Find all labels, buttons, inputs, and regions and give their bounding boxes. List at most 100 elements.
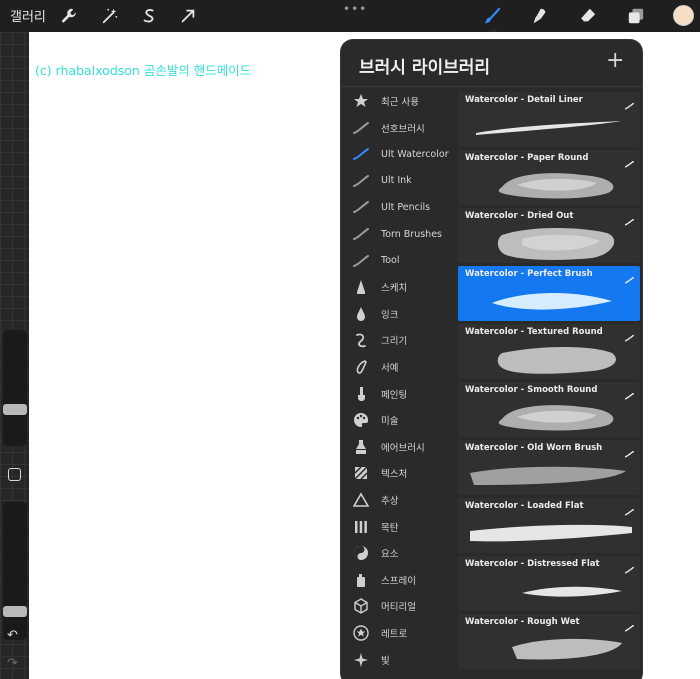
brush-set-item[interactable]: 미술: [341, 407, 456, 433]
star-icon: [341, 93, 381, 109]
brush-size-slider[interactable]: [3, 330, 27, 446]
brush-item[interactable]: Watercolor - Perfect Brush: [458, 266, 640, 321]
add-brush-set-icon[interactable]: +: [606, 50, 624, 72]
charcoal-icon: [341, 519, 381, 535]
opacity-thumb[interactable]: [3, 606, 27, 617]
paint-brush-icon: [341, 386, 381, 402]
brush-name: Watercolor - Old Worn Brush: [465, 443, 603, 453]
spray-can-icon: [341, 572, 381, 588]
canvas-watermark-text: (c) rhabalxodson 곰손발의 핸드메이드: [35, 63, 252, 78]
brush-icon[interactable]: [481, 5, 503, 27]
brush-set-item[interactable]: Ult Ink: [341, 168, 456, 194]
brush-name: Watercolor - Loaded Flat: [465, 501, 584, 511]
calligraphy-icon: [341, 359, 381, 375]
brush-set-item[interactable]: 스케치: [341, 274, 456, 300]
more-menu-icon[interactable]: •••: [343, 2, 367, 16]
wrench-icon[interactable]: [58, 5, 80, 27]
brush-stroke-preview: [462, 629, 634, 667]
brush-set-item[interactable]: 추상: [341, 487, 456, 513]
redo-icon[interactable]: ↷: [7, 656, 18, 671]
brush-item[interactable]: Watercolor - Paper Round: [458, 150, 640, 205]
brush-set-item[interactable]: 그리기: [341, 327, 456, 353]
brush-set-item[interactable]: 스프레이: [341, 567, 456, 593]
brush-set-label: 잉크: [381, 309, 399, 321]
brush-stroke-icon: [341, 253, 381, 269]
color-swatch[interactable]: [673, 5, 694, 26]
brush-type-icon: [624, 385, 635, 400]
brush-set-item[interactable]: 페인팅: [341, 381, 456, 407]
transform-arrow-icon[interactable]: [177, 5, 199, 27]
brush-stroke-icon: [341, 120, 381, 136]
brush-set-item[interactable]: 요소: [341, 540, 456, 566]
brush-set-item[interactable]: Ult Pencils: [341, 194, 456, 220]
brush-set-label: 머티리얼: [381, 602, 416, 614]
brush-type-icon: [624, 327, 635, 342]
yin-yang-icon: [341, 545, 381, 561]
selection-icon[interactable]: [138, 5, 160, 27]
brush-item[interactable]: Watercolor - Distressed Flat: [458, 556, 640, 611]
brush-set-item[interactable]: Ult Watercolor: [341, 141, 456, 167]
triangle-icon: [341, 492, 381, 508]
brush-set-label: Ult Pencils: [381, 201, 431, 213]
brush-set-item[interactable]: 텍스처: [341, 460, 456, 486]
brush-name: Watercolor - Detail Liner: [465, 95, 583, 105]
brush-set-label: 스프레이: [381, 575, 416, 587]
brush-item[interactable]: Watercolor - Old Worn Brush: [458, 440, 640, 495]
brush-set-label: Tool: [381, 255, 400, 267]
brush-stroke-preview: [462, 513, 634, 551]
brush-set-label: 최근 사용: [381, 97, 419, 108]
brush-set-item[interactable]: Torn Brushes: [341, 221, 456, 247]
brush-stroke-preview: [462, 223, 634, 261]
brush-set-label: 텍스처: [381, 469, 408, 481]
brush-set-item[interactable]: 선호브러시: [341, 115, 456, 141]
ink-drop-icon: [341, 306, 381, 322]
brush-name: Watercolor - Smooth Round: [465, 385, 598, 395]
brush-item[interactable]: Watercolor - Dried Out: [458, 208, 640, 263]
retro-star-icon: [341, 625, 381, 641]
brush-name: Watercolor - Rough Wet: [465, 617, 580, 627]
brush-set-item[interactable]: 서예: [341, 354, 456, 380]
brush-item[interactable]: Watercolor - Smooth Round: [458, 382, 640, 437]
brush-set-label: 에어브러시: [381, 442, 425, 454]
brush-set-label: Ult Ink: [381, 175, 412, 187]
brush-item[interactable]: Watercolor - Textured Round: [458, 324, 640, 379]
brush-name: Watercolor - Paper Round: [465, 153, 589, 163]
brush-item[interactable]: Watercolor - Detail Liner: [458, 92, 640, 147]
gallery-button[interactable]: 갤러리: [10, 6, 46, 25]
smudge-icon[interactable]: [528, 5, 550, 27]
brush-stroke-preview: [462, 165, 634, 203]
brush-set-item[interactable]: 에어브러시: [341, 434, 456, 460]
brush-set-label: 빛: [381, 655, 390, 667]
undo-icon[interactable]: ↶: [7, 628, 18, 643]
opacity-slider[interactable]: [3, 502, 27, 640]
eraser-icon[interactable]: [577, 5, 599, 27]
brush-stroke-icon: [341, 146, 381, 162]
brush-size-thumb[interactable]: [3, 404, 27, 415]
brush-set-item[interactable]: 잉크: [341, 301, 456, 327]
top-toolbar: 갤러리 •••: [0, 0, 700, 32]
brush-set-item[interactable]: 목탄: [341, 514, 456, 540]
panel-divider: [341, 86, 642, 87]
brush-stroke-preview: [462, 339, 634, 377]
brush-type-icon: [624, 443, 635, 458]
brush-item[interactable]: Watercolor - Rough Wet: [458, 614, 640, 669]
brush-name: Watercolor - Dried Out: [465, 211, 574, 221]
brush-type-icon: [624, 211, 635, 226]
brush-set-item[interactable]: 머티리얼: [341, 593, 456, 619]
brush-stroke-preview: [462, 397, 634, 435]
brush-set-item[interactable]: 최근 사용: [341, 88, 456, 114]
magic-wand-icon[interactable]: [99, 5, 121, 27]
brush-set-item[interactable]: 빛: [341, 647, 456, 673]
layers-icon[interactable]: [625, 5, 647, 27]
brush-item[interactable]: Watercolor - Loaded Flat: [458, 498, 640, 553]
brush-set-item[interactable]: 레트로: [341, 620, 456, 646]
cube-icon: [341, 598, 381, 615]
brush-type-icon: [624, 501, 635, 516]
brush-set-item[interactable]: Tool: [341, 248, 456, 274]
brush-set-label: 그리기: [381, 336, 408, 348]
brush-name: Watercolor - Distressed Flat: [465, 559, 600, 569]
brush-stroke-icon: [341, 199, 381, 215]
modify-button[interactable]: [8, 468, 21, 481]
brush-set-label: 서예: [381, 363, 399, 374]
panel-title: 브러시 라이브러리: [359, 58, 491, 78]
